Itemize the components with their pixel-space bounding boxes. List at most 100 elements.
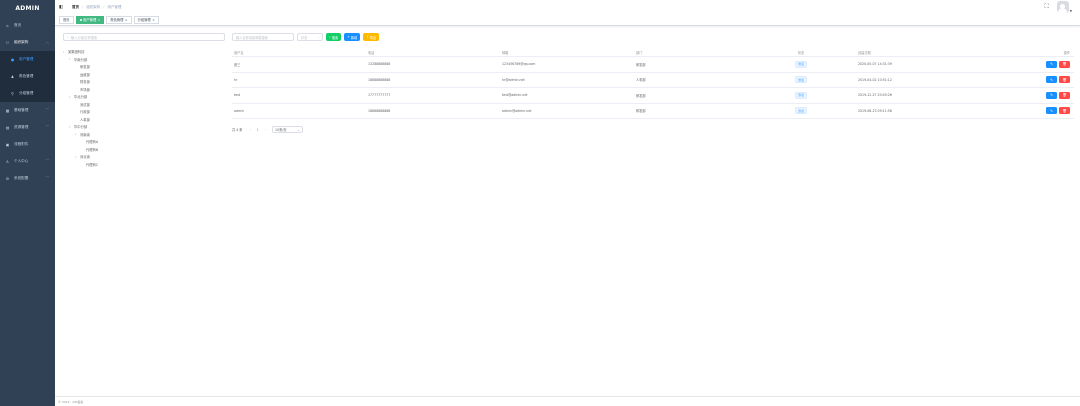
cell-created: 2020-05-07 14:31:39 bbox=[858, 62, 892, 67]
sidebar-item-users[interactable]: ● 用户管理 bbox=[0, 51, 55, 68]
chevron-down-icon: ﹀ bbox=[45, 108, 50, 112]
active-dot-icon bbox=[79, 18, 82, 21]
tree-node[interactable]: 代理商C bbox=[63, 161, 223, 169]
table-row[interactable]: 张三 13288888888 123456789@qq.com 研发部 激活 2… bbox=[232, 57, 1074, 73]
chevron-down-icon: ﹀ bbox=[45, 176, 50, 180]
tree-node[interactable]: 财务部 bbox=[63, 78, 223, 86]
delete-button[interactable]: 🗑 bbox=[1059, 60, 1070, 68]
edit-button[interactable]: ✎ bbox=[1046, 60, 1057, 68]
main-area: ◧ 首页 / 组织架构 / 用户管理 ⛶ ▼ 首页 用户管理 × 角色管理 × … bbox=[55, 0, 1080, 406]
delete-button[interactable]: 🗑 bbox=[1059, 91, 1070, 99]
tree-node[interactable]: 代理商B bbox=[63, 146, 223, 154]
keyword-search-input[interactable]: 输入名称或者邮箱搜索 bbox=[232, 33, 294, 41]
tree-node[interactable]: ▾ 华南分部 bbox=[63, 56, 223, 64]
tree-node[interactable]: 市场部 bbox=[63, 86, 223, 94]
add-button-label: 新增 bbox=[350, 35, 358, 40]
table-row[interactable]: test 17777777777 test@admin.net 研发部 激活 2… bbox=[232, 88, 1074, 104]
org-icon: ⚇ bbox=[5, 40, 10, 45]
tree-node[interactable]: 测试部 bbox=[63, 101, 223, 109]
export-button[interactable]: ⇩ 导出 bbox=[363, 33, 380, 41]
sidebar-item-label: 角色管理 bbox=[19, 74, 34, 78]
tree-node[interactable]: 运维部 bbox=[63, 71, 223, 79]
tree-node[interactable]: 代理商A bbox=[63, 138, 223, 146]
edit-button[interactable]: ✎ bbox=[1046, 91, 1057, 99]
search-icon: ⌕ bbox=[67, 35, 69, 39]
tree-node-label: 研发部 bbox=[80, 65, 90, 70]
prev-page-icon[interactable]: ‹ bbox=[249, 128, 250, 132]
caret-down-icon[interactable]: ▼ bbox=[1070, 9, 1072, 13]
close-icon[interactable]: × bbox=[98, 18, 101, 22]
plus-icon: + bbox=[347, 35, 350, 39]
table-row[interactable]: hr 18888888888 hr@admin.net 人事部 激活 2019-… bbox=[232, 73, 1074, 88]
sidebar-item-attach[interactable]: ▣ 流程附件 bbox=[0, 136, 55, 153]
add-button[interactable]: + 新增 bbox=[344, 33, 361, 41]
tree-node[interactable]: ▾ 华中分部 bbox=[63, 123, 223, 131]
tree-node[interactable]: 行政部 bbox=[63, 108, 223, 116]
tree-node[interactable]: 人事部 bbox=[63, 116, 223, 124]
tree-search-input[interactable]: ⌕ 输入分组名称搜索 bbox=[63, 33, 225, 41]
breadcrumb-item[interactable]: 首页 bbox=[72, 5, 79, 10]
app-logo[interactable]: ADMIN bbox=[0, 0, 55, 17]
tree-node[interactable]: 研发部 bbox=[63, 63, 223, 71]
sidebar-item-profile[interactable]: ♙ 个人中心 ﹀ bbox=[0, 153, 55, 170]
tree-node[interactable]: ▾ 河北省 bbox=[63, 153, 223, 161]
tree-node-label: 行政部 bbox=[80, 110, 90, 115]
column-header[interactable]: 电话 bbox=[366, 50, 500, 55]
column-header[interactable]: 用户名 bbox=[232, 50, 366, 55]
role-icon: ♟ bbox=[10, 74, 15, 79]
chevron-down-icon: ﹀ bbox=[45, 125, 50, 129]
sidebar-item-org[interactable]: ⚇ 组织架构 ︿ bbox=[0, 34, 55, 51]
status-badge: 激活 bbox=[794, 76, 807, 84]
tag-groups[interactable]: 分组管理 × bbox=[133, 15, 159, 24]
breadcrumb-separator: / bbox=[103, 5, 105, 9]
tree-node[interactable]: ▾ 某集团科技 bbox=[63, 48, 223, 56]
edit-button[interactable]: ✎ bbox=[1046, 107, 1057, 115]
column-header[interactable]: 邮箱 bbox=[500, 50, 634, 55]
tree-node-label: 人事部 bbox=[80, 117, 90, 122]
page-number[interactable]: 1 bbox=[257, 128, 259, 132]
tag-users[interactable]: 用户管理 × bbox=[75, 15, 105, 24]
tree-node-label: 河北省 bbox=[80, 155, 90, 160]
next-page-icon[interactable]: › bbox=[265, 128, 266, 132]
sidebar-item-groups[interactable]: ⚲ 分组管理 bbox=[0, 85, 55, 102]
content: ⌕ 输入分组名称搜索 ▾ 某集团科技 ▾ 华南分部 研发部 运维部 财务部 市场部 … bbox=[55, 30, 1080, 396]
tree-node-label: 财务部 bbox=[80, 80, 90, 85]
sidebar-item-base[interactable]: ▦ 基础管理 ﹀ bbox=[0, 102, 55, 119]
column-header[interactable]: 创建日期 bbox=[856, 50, 956, 55]
column-header[interactable]: 状态 bbox=[744, 50, 856, 55]
delete-button[interactable]: 🗑 bbox=[1059, 107, 1070, 115]
page-size-select[interactable]: 10条/页 ⌄ bbox=[272, 126, 304, 133]
column-header[interactable]: 部门 bbox=[634, 50, 744, 55]
sidebar-item-config[interactable]: ⚙ 系统配置 ﹀ bbox=[0, 170, 55, 187]
close-icon[interactable]: × bbox=[125, 18, 128, 22]
sidebar-item-home[interactable]: ⌂ 首页 bbox=[0, 17, 55, 34]
search-button-label: 搜索 bbox=[331, 35, 339, 40]
edit-button[interactable]: ✎ bbox=[1046, 76, 1057, 84]
chevron-down-icon: ⌄ bbox=[297, 127, 301, 132]
tag-label: 首页 bbox=[63, 18, 70, 22]
sidebar-item-label: 组织架构 bbox=[14, 40, 29, 44]
tree-node[interactable]: ▾ 华北分部 bbox=[63, 93, 223, 101]
sidebar-item-label: 系统配置 bbox=[14, 176, 29, 180]
close-icon[interactable]: × bbox=[152, 18, 155, 22]
tree-node[interactable]: ▾ 河南省 bbox=[63, 131, 223, 139]
avatar[interactable] bbox=[1056, 1, 1069, 13]
sidebar-item-resource[interactable]: ▤ 资源管理 ﹀ bbox=[0, 119, 55, 136]
delete-button[interactable]: 🗑 bbox=[1059, 76, 1070, 84]
tag-home[interactable]: 首页 bbox=[59, 15, 74, 24]
cell-phone: 18888888888 bbox=[368, 108, 391, 113]
hamburger-icon[interactable]: ◧ bbox=[59, 5, 64, 10]
fullscreen-icon[interactable]: ⛶ bbox=[1044, 3, 1048, 11]
search-button[interactable]: ⌕ 搜索 bbox=[326, 33, 342, 41]
tree-node-label: 代理商A bbox=[86, 140, 99, 145]
cell-created: 2019-12-27 20:05:26 bbox=[858, 93, 892, 98]
table-row[interactable]: admin 18888888888 admin@admin.net 研发部 激活… bbox=[232, 104, 1074, 119]
status-select[interactable]: 状态 ⌄ bbox=[297, 33, 323, 41]
status-badge: 激活 bbox=[794, 91, 807, 99]
sidebar-item-roles[interactable]: ♟ 角色管理 bbox=[0, 68, 55, 85]
tree-node-label: 华中分部 bbox=[74, 125, 88, 130]
tag-roles[interactable]: 角色管理 × bbox=[106, 15, 132, 24]
filter-bar: 输入名称或者邮箱搜索 状态 ⌄ ⌕ 搜索 + 新增 ⇩ 导出 bbox=[232, 33, 382, 41]
page-size-label: 10条/页 bbox=[275, 128, 287, 132]
tag-label: 用户管理 bbox=[83, 18, 97, 22]
